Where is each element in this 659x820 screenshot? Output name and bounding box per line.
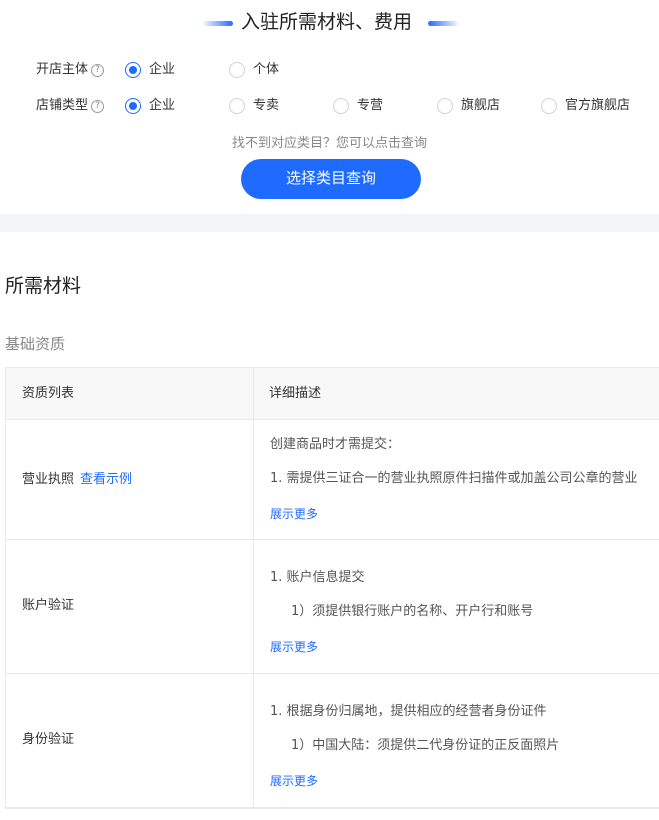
qualification-name: 身份验证 [22,732,75,747]
column-header-description: 详细描述 [269,386,322,401]
subject-label-wrap: 开店主体? [36,60,105,80]
store-type-label-wrap: 店铺类型? [36,96,105,116]
description-line: 1. 账户信息提交 [270,570,365,585]
radio-icon [437,98,453,114]
category-query-button[interactable]: 选择类目查询 [241,159,421,199]
category-hint: 找不到对应类目？您可以点击查询 [231,136,427,151]
show-more-link[interactable]: 展示更多 [270,773,318,789]
radio-label: 旗舰店 [461,98,501,113]
table-row: 账户验证 1. 账户信息提交 1）须提供银行账户的名称、开户行和账号 展示更多 [6,540,659,674]
table-header: 资质列表 详细描述 [6,368,659,420]
description-line: 1. 需提供三证合一的营业执照原件扫描件或加盖公司公章的营业 [270,471,638,486]
page-header: 入驻所需材料、费用 [0,8,659,36]
subject-option-row: 开店主体? 企业 个体 [0,60,659,80]
description-line: 1. 根据身份归属地，提供相应的经营者身份证件 [270,704,547,719]
radio-label: 个体 [253,62,280,77]
store-type-option-row: 店铺类型? 企业 专卖 专营 旗舰店 官方旗舰店 [0,96,659,116]
view-example-link[interactable]: 查看示例 [80,472,132,487]
title-decoration-left [203,21,233,26]
store-type-label: 店铺类型 [36,98,89,113]
radio-icon [229,98,245,114]
table-row: 身份验证 1. 根据身份归属地，提供相应的经营者身份证件 1）中国大陆：须提供二… [6,674,659,808]
column-divider [253,674,254,807]
radio-label: 专卖 [253,98,280,113]
page-title: 入驻所需材料、费用 [241,11,413,33]
radio-label: 官方旗舰店 [565,98,631,113]
qualification-name-text: 营业执照 [22,472,75,487]
radio-icon [333,98,349,114]
column-divider [253,368,254,420]
description-line: 1）须提供银行账户的名称、开户行和账号 [291,604,534,619]
radio-icon [229,62,245,78]
qualification-table: 资质列表 详细描述 营业执照 查看示例 创建商品时才需提交： 1. 需提供三证合一… [5,367,659,809]
radio-label: 企业 [149,98,176,113]
radio-icon [125,98,141,114]
qualification-name: 营业执照 查看示例 [22,471,132,489]
show-more-link[interactable]: 展示更多 [270,639,318,655]
radio-icon [125,62,141,78]
materials-section-title: 所需材料 [5,275,82,297]
description-line: 1）中国大陆：须提供二代身份证的正反面照片 [291,738,560,753]
subject-label: 开店主体 [36,62,89,77]
column-divider [253,540,254,673]
title-decoration-right [428,21,458,26]
table-row: 营业执照 查看示例 创建商品时才需提交： 1. 需提供三证合一的营业执照原件扫描件… [6,420,659,540]
help-circle-icon[interactable]: ? [91,100,105,113]
basic-qualification-title: 基础资质 [5,335,66,353]
column-header-qualification: 资质列表 [22,386,75,401]
radio-label: 企业 [149,62,176,77]
description-line: 创建商品时才需提交： [270,437,401,452]
show-more-link[interactable]: 展示更多 [270,506,318,522]
radio-label: 专营 [357,98,384,113]
qualification-name: 账户验证 [22,598,75,613]
help-circle-icon[interactable]: ? [91,64,105,77]
column-divider [253,420,254,539]
radio-icon [541,98,557,114]
section-divider [0,214,659,232]
